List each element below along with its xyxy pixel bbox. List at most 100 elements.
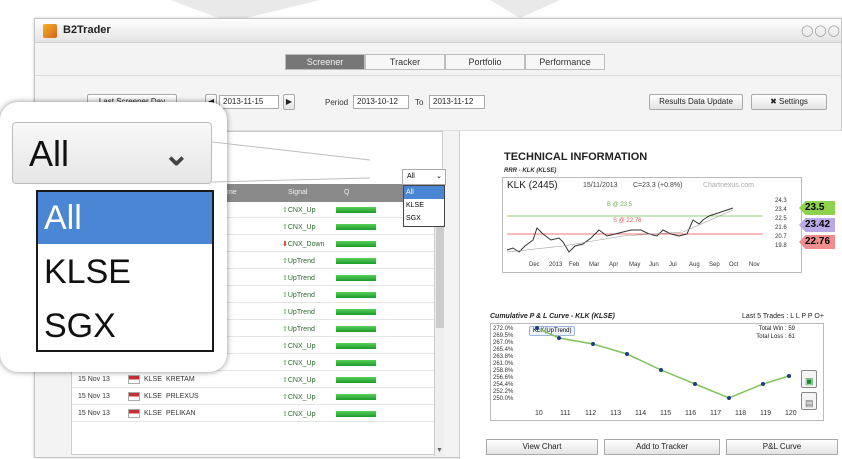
window-controls-icon[interactable]: ◯◯◯ — [801, 24, 841, 37]
exchange-select-small-value: All — [407, 173, 415, 180]
month-tick: Sep — [709, 262, 720, 268]
pnl-x-tick: 112 — [585, 410, 597, 417]
period-to-field[interactable]: 2013-11-12 — [429, 95, 485, 109]
tab-portfolio[interactable]: Portfolio — [445, 54, 525, 70]
row-strength-bar — [336, 343, 376, 349]
tab-performance[interactable]: Performance — [525, 54, 605, 70]
row-signal: ⇧CNX_Up — [282, 206, 316, 214]
option-klse[interactable]: KLSE — [38, 246, 212, 298]
row-signal: ⇧UpTrend — [282, 274, 315, 282]
tab-screener[interactable]: Screener — [285, 54, 365, 70]
exchange-select[interactable]: All ⌄ — [12, 122, 212, 184]
period-from-field[interactable]: 2013-10-12 — [353, 95, 409, 109]
month-tick: May — [629, 262, 641, 268]
add-to-tracker-button[interactable]: Add to Tracker — [604, 439, 720, 455]
row-market: KLSE — [144, 376, 162, 383]
settings-label: Settings — [779, 97, 808, 106]
option-klse-small[interactable]: KLSE — [404, 199, 444, 212]
exchange-select-value: All — [29, 133, 70, 174]
row-signal: ⇧UpTrend — [282, 308, 315, 316]
date-field[interactable]: 2013-11-15 — [219, 95, 279, 109]
table-icon-button[interactable]: ▤ — [801, 392, 817, 410]
pnl-chart[interactable]: 272.0% 269.5% 267.0% 265.4% 263.8% 261.0% 258.… — [490, 323, 824, 421]
month-tick: Jun — [649, 262, 659, 268]
technical-title: TECHNICAL INFORMATION — [504, 151, 648, 163]
tab-tracker[interactable]: Tracker — [365, 54, 445, 70]
next-date-button[interactable]: ▶ — [283, 94, 295, 110]
price-tick: 22.5 — [775, 216, 787, 222]
technical-subtitle: RRR - KLK (KLSE) — [504, 168, 557, 174]
chart-date: 15/11/2013 — [583, 182, 618, 189]
main-tabs: Screener Tracker Portfolio Performance — [285, 54, 605, 70]
view-chart-button[interactable]: View Chart — [486, 439, 598, 455]
row-signal-label: UpTrend — [287, 292, 315, 299]
exchange-select-small[interactable]: All ⌄ — [402, 169, 446, 185]
row-signal-label: CNX_Up — [287, 377, 316, 384]
table-icon: ▤ — [805, 398, 814, 408]
row-signal-label: CNX_Up — [287, 360, 316, 367]
pnl-y-tick: 261.0% — [493, 361, 514, 367]
option-sgx[interactable]: SGX — [38, 300, 212, 352]
row-signal-label: CNX_Up — [287, 411, 316, 418]
pnl-y-tick: 250.0% — [493, 396, 514, 402]
row-signal-label: CNX_Up — [287, 224, 316, 231]
row-signal: ⇧UpTrend — [282, 257, 315, 265]
option-sgx-small[interactable]: SGX — [404, 212, 444, 225]
settings-button[interactable]: ✖ Settings — [751, 94, 827, 110]
row-signal-label: UpTrend — [287, 258, 315, 265]
price-chart[interactable]: KLK (2445) 15/11/2013 C=23.3 (+0.8%) Cha… — [502, 177, 802, 273]
exchange-dropdown: All KLSE SGX — [36, 190, 214, 352]
chart-icon-button[interactable]: ▣ — [801, 370, 817, 388]
row-signal: ⇧UpTrend — [282, 291, 315, 299]
last-5-trades: Last 5 Trades : L L P P O+ — [742, 313, 824, 320]
pnl-y-tick: 254.4% — [493, 382, 514, 388]
month-tick: Feb — [569, 262, 580, 268]
option-all[interactable]: All — [38, 192, 212, 244]
row-market: KLSE — [144, 410, 162, 417]
month-tick: Dec — [529, 262, 540, 268]
price-badge: 22.76 — [799, 235, 835, 249]
price-tick: 19.8 — [775, 243, 787, 249]
row-signal-label: CNX_Up — [287, 394, 316, 401]
technical-info-panel: TECHNICAL INFORMATION RRR - KLK (KLSE) K… — [459, 131, 842, 459]
chart-change: C=23.3 (+0.8%) — [633, 182, 683, 189]
pnl-x-tick: 113 — [610, 410, 622, 417]
row-name: PRLEXUS — [166, 393, 199, 400]
table-row[interactable]: 15 Nov 13 KLSE PELIKAN ⇧CNX_Up — [72, 406, 434, 422]
pnl-y-tick: 263.8% — [493, 354, 514, 360]
row-strength-bar — [336, 394, 376, 400]
app-logo-icon — [43, 24, 57, 38]
row-signal: ⇧CNX_Up — [282, 223, 316, 231]
pnl-x-tick: 118 — [735, 410, 747, 417]
row-signal: ⇧CNX_Up — [282, 376, 316, 384]
row-signal-label: UpTrend — [287, 309, 315, 316]
results-data-update-button[interactable]: Results Data Update — [649, 94, 743, 110]
row-strength-bar — [336, 377, 376, 383]
flag-icon — [128, 409, 140, 418]
exchange-dropdown-small: All KLSE SGX — [403, 185, 445, 227]
row-signal: ⇧CNX_Up — [282, 342, 316, 350]
row-name: KRETAM — [166, 376, 195, 383]
to-label: To — [415, 98, 424, 107]
table-row[interactable]: 15 Nov 13 KLSE KRETAM ⇧CNX_Up — [72, 372, 434, 388]
option-all-small[interactable]: All — [404, 186, 444, 199]
pnl-series — [535, 326, 791, 400]
row-signal-label: CNX_Up — [287, 343, 316, 350]
row-name: PELIKAN — [166, 410, 196, 417]
scroll-down-icon[interactable]: ▼ — [436, 447, 443, 454]
pnl-title: Cumulative P & L Curve - KLK (KLSE) — [490, 313, 615, 320]
sell-line-label: S @ 22.76 — [613, 218, 642, 224]
pnl-y-tick: 256.6% — [493, 375, 514, 381]
price-tick: 21.6 — [775, 225, 787, 231]
row-strength-bar — [336, 309, 376, 315]
scroll-thumb[interactable] — [436, 218, 444, 328]
table-row[interactable]: 15 Nov 13 KLSE PRLEXUS ⇧CNX_Up — [72, 389, 434, 405]
row-strength-bar — [336, 326, 376, 332]
grid-scrollbar[interactable]: ▲ ▼ — [434, 202, 444, 456]
pl-curve-button[interactable]: P&L Curve — [726, 439, 838, 455]
row-market: KLSE — [144, 393, 162, 400]
flag-icon — [128, 375, 140, 384]
pnl-y-tick: 265.4% — [493, 347, 514, 353]
row-signal: ⇧CNX_Up — [282, 359, 316, 367]
buy-line-label: B @ 23.5 — [607, 202, 633, 208]
